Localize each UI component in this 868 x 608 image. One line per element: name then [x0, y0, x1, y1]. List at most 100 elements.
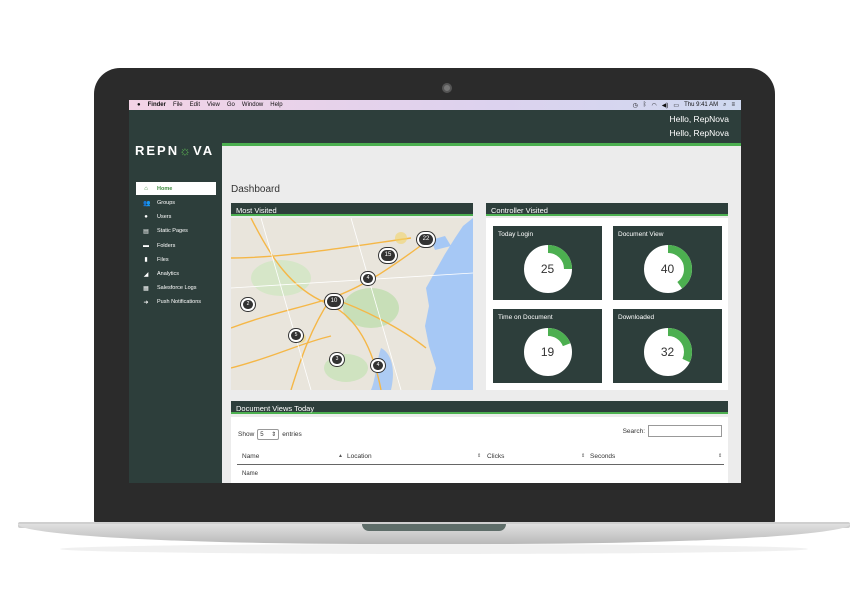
- sidebar-item-home[interactable]: ⌂ Home: [136, 182, 216, 195]
- menu-edit[interactable]: Edit: [190, 102, 200, 108]
- progress-ring: 40: [643, 244, 693, 294]
- apple-icon[interactable]: ●: [137, 102, 141, 108]
- most-visited-header: Most Visited: [231, 203, 473, 216]
- wifi-icon[interactable]: ◠: [652, 102, 657, 109]
- controller-card-title: Today Login: [498, 231, 534, 238]
- time-machine-icon[interactable]: ◷: [633, 102, 638, 109]
- search-area: Search:: [623, 425, 722, 437]
- table-row: Name: [242, 471, 259, 477]
- menu-app[interactable]: Finder: [148, 102, 166, 108]
- sidebar-item-label: Users: [157, 214, 172, 221]
- most-visited-map[interactable]: 22 15 4 10 2 5 3 4: [231, 218, 473, 390]
- col-clicks[interactable]: Clicks: [487, 453, 504, 460]
- controller-card: Today Login 25: [493, 226, 602, 300]
- table-header-line: [237, 464, 724, 465]
- sidebar-item-label: Groups: [157, 200, 176, 207]
- clock[interactable]: Thu 9:41 AM: [684, 102, 718, 108]
- col-name[interactable]: Name: [242, 453, 259, 460]
- menu-window[interactable]: Window: [242, 102, 263, 108]
- controller-visited-title: Controller Visited: [491, 206, 548, 215]
- battery-icon[interactable]: ▭: [673, 102, 679, 109]
- logo-sun-icon: ☼: [179, 143, 194, 158]
- page-icon: ▤: [143, 228, 149, 235]
- spotlight-icon[interactable]: ⌕: [723, 102, 726, 109]
- col-location[interactable]: Location: [347, 453, 372, 460]
- menu-file[interactable]: File: [173, 102, 183, 108]
- stage: ● Finder File Edit View Go Window Help ◷…: [0, 0, 868, 608]
- greeting-1[interactable]: Hello, RepNova: [669, 114, 729, 124]
- repnova-logo: REPN☼VA: [135, 143, 215, 158]
- search-label: Search:: [622, 427, 645, 435]
- camera-icon: [442, 83, 452, 93]
- menu-view[interactable]: View: [207, 102, 220, 108]
- sidebar-item-folders[interactable]: ▬ Folders: [136, 239, 216, 253]
- sidebar-item-label: Static Pages: [157, 228, 188, 235]
- map-cluster[interactable]: 4: [373, 361, 383, 370]
- sidebar-item-groups[interactable]: 👥 Groups: [136, 196, 216, 210]
- controller-card-title: Document View: [618, 231, 664, 238]
- search-input[interactable]: [648, 425, 722, 437]
- sidebar-item-label: Analytics: [157, 271, 180, 278]
- sort-icon[interactable]: ⇕: [718, 453, 722, 459]
- mac-menubar: ● Finder File Edit View Go Window Help ◷…: [129, 100, 741, 110]
- entries-label: entries: [282, 431, 302, 438]
- sidebar-item-label: Home: [157, 185, 173, 192]
- controller-card-value: 40: [660, 262, 675, 276]
- header-accent-line: [222, 143, 741, 146]
- show-entries: Show 5 ⇕ entries: [238, 429, 302, 440]
- user-icon: ●: [144, 214, 148, 221]
- sidebar-item-users[interactable]: ● Users: [136, 210, 216, 224]
- entries-select[interactable]: 5 ⇕: [257, 429, 280, 440]
- doc-views-header: Document Views Today: [231, 401, 728, 414]
- controller-card-title: Downloaded: [618, 314, 655, 321]
- col-seconds[interactable]: Seconds: [590, 453, 615, 460]
- sidebar: REPN☼VA ⌂ Home 👥 Groups ● Users ▤ Static Pages ▬…: [129, 110, 222, 483]
- controller-card-value: 19: [540, 345, 555, 359]
- map-cluster[interactable]: 3: [332, 355, 342, 364]
- page-title: Dashboard: [231, 184, 280, 195]
- doc-views-title: Document Views Today: [236, 404, 315, 413]
- sidebar-item-salesforce-logs[interactable]: ▦ Salesforce Logs: [136, 281, 216, 295]
- sidebar-item-label: Push Notifications: [157, 299, 202, 306]
- sidebar-item-label: Salesforce Logs: [157, 285, 197, 292]
- folder-icon: ▬: [143, 242, 149, 249]
- controller-card: Document View 40: [613, 226, 722, 300]
- progress-ring: 25: [523, 244, 573, 294]
- sidebar-item-static-pages[interactable]: ▤ Static Pages: [136, 224, 216, 238]
- menu-help[interactable]: Help: [270, 102, 282, 108]
- map-cluster[interactable]: 2: [243, 300, 253, 309]
- sort-icon[interactable]: ⇕: [581, 453, 585, 459]
- volume-icon[interactable]: ◀): [662, 102, 669, 109]
- map-svg: [231, 218, 473, 390]
- greeting-2[interactable]: Hello, RepNova: [669, 128, 729, 138]
- map-cluster[interactable]: 5: [291, 331, 301, 340]
- laptop-notch: [362, 524, 506, 531]
- doc-views-table: Show 5 ⇕ entries Search: Name ▲ Location …: [231, 417, 728, 483]
- show-label: Show: [238, 431, 255, 438]
- log-icon: ▦: [143, 285, 149, 292]
- controller-card-title: Time on Document: [498, 314, 553, 321]
- sidebar-item-push-notifications[interactable]: ➜ Push Notifications: [136, 295, 216, 309]
- bluetooth-icon[interactable]: ᛒ: [643, 102, 647, 108]
- menubar-status: ◷ ᛒ ◠ ◀) ▭ Thu 9:41 AM ⌕ ≡: [633, 102, 741, 109]
- sidebar-nav: ⌂ Home 👥 Groups ● Users ▤ Static Pages ▬ Folders ▮…: [136, 182, 216, 310]
- map-cluster[interactable]: 10: [327, 296, 341, 307]
- controller-card: Time on Document 19: [493, 309, 602, 383]
- screen: ● Finder File Edit View Go Window Help ◷…: [129, 100, 741, 483]
- map-cluster[interactable]: 22: [419, 234, 433, 245]
- controller-card-value: 32: [660, 345, 675, 359]
- analytics-icon: ◢: [143, 271, 149, 278]
- sidebar-item-analytics[interactable]: ◢ Analytics: [136, 267, 216, 281]
- map-cluster[interactable]: 4: [363, 274, 373, 283]
- push-icon: ➜: [143, 299, 149, 306]
- sidebar-item-files[interactable]: ▮ Files: [136, 253, 216, 267]
- sort-asc-icon[interactable]: ▲: [338, 453, 343, 459]
- menu-go[interactable]: Go: [227, 102, 235, 108]
- controller-card: Downloaded 32: [613, 309, 722, 383]
- most-visited-title: Most Visited: [236, 206, 277, 215]
- controller-card-value: 25: [540, 262, 555, 276]
- progress-ring: 32: [643, 327, 693, 377]
- map-cluster[interactable]: 15: [381, 250, 395, 261]
- sort-icon[interactable]: ⇕: [477, 453, 481, 459]
- list-icon[interactable]: ≡: [731, 102, 735, 108]
